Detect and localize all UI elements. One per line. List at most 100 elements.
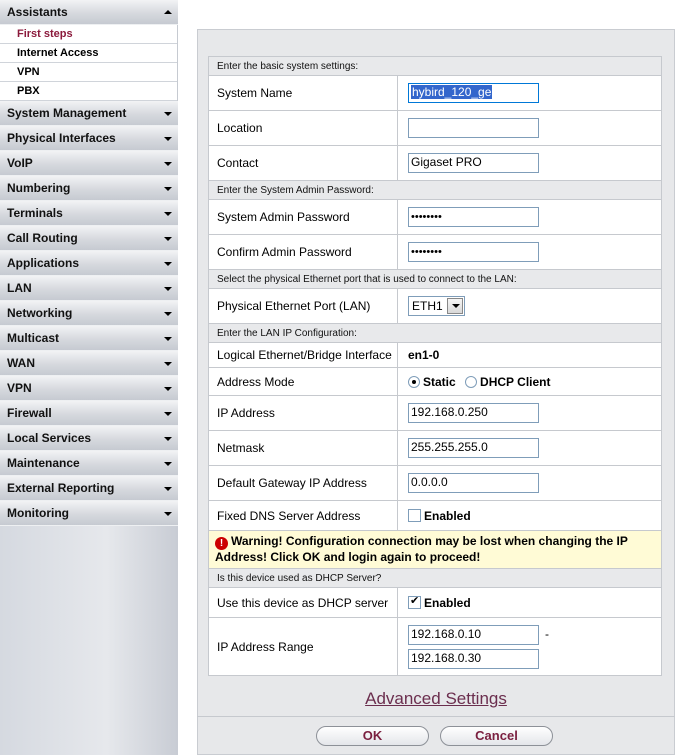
dhcp-server-label: Use this device as DHCP server <box>208 587 398 618</box>
nav-call-routing[interactable]: Call Routing <box>0 226 178 251</box>
nav-label: Monitoring <box>7 506 69 520</box>
range-end-input[interactable]: 192.168.0.30 <box>408 648 539 669</box>
logical-interface-label: Logical Ethernet/Bridge Interface <box>208 342 398 368</box>
static-label: Static <box>423 374 456 389</box>
dns-label: Fixed DNS Server Address <box>208 500 398 531</box>
warning-icon: ! <box>215 537 228 550</box>
nav-label: Physical Interfaces <box>7 131 116 145</box>
nav-label: System Management <box>7 106 127 120</box>
chevron-down-icon <box>164 312 172 316</box>
footer-divider <box>197 716 675 717</box>
section-header-port: Select the physical Ethernet port that i… <box>208 269 662 289</box>
location-input[interactable] <box>408 118 539 138</box>
nav-physical-interfaces[interactable]: Physical Interfaces <box>0 126 178 151</box>
admin-password-label: System Admin Password <box>208 199 398 235</box>
chevron-up-icon <box>164 10 172 14</box>
location-label: Location <box>208 110 398 146</box>
chevron-down-icon <box>164 162 172 166</box>
confirm-password-value: •••••••• <box>411 246 442 258</box>
section-header-dhcp: Is this device used as DHCP Server? <box>208 568 662 588</box>
assistants-submenu: First steps Internet Access VPN PBX <box>0 25 178 101</box>
nav-maintenance[interactable]: Maintenance <box>0 451 178 476</box>
chevron-down-icon <box>164 262 172 266</box>
chevron-down-icon <box>164 487 172 491</box>
admin-password-value: •••••••• <box>411 211 442 223</box>
gateway-label: Default Gateway IP Address <box>208 465 398 501</box>
nav-label: Multicast <box>7 331 60 345</box>
dhcp-server-checkbox[interactable] <box>408 594 421 609</box>
nav-system-management[interactable]: System Management <box>0 101 178 126</box>
range-start-input[interactable]: 192.168.0.10 <box>408 624 539 645</box>
nav-label: Firewall <box>7 406 52 420</box>
nav-voip[interactable]: VoIP <box>0 151 178 176</box>
admin-password-input[interactable]: •••••••• <box>408 207 539 227</box>
chevron-down-icon <box>164 412 172 416</box>
ethernet-port-label: Physical Ethernet Port (LAN) <box>208 288 398 324</box>
nav-applications[interactable]: Applications <box>0 251 178 276</box>
dhcp-client-label: DHCP Client <box>480 374 551 389</box>
address-mode-label: Address Mode <box>208 367 398 396</box>
chevron-down-icon <box>164 112 172 116</box>
nav-wan[interactable]: WAN <box>0 351 178 376</box>
nav-terminals[interactable]: Terminals <box>0 201 178 226</box>
chevron-down-icon <box>164 337 172 341</box>
ok-button[interactable]: OK <box>316 726 429 746</box>
ip-address-input[interactable]: 192.168.0.250 <box>408 403 539 423</box>
warning-message: ! Warning! Configuration connection may b… <box>208 530 662 569</box>
dns-enabled-label: Enabled <box>424 508 471 523</box>
gateway-input[interactable]: 0.0.0.0 <box>408 473 539 493</box>
dns-checkbox[interactable] <box>408 508 421 522</box>
static-radio[interactable] <box>408 375 420 388</box>
nav-numbering[interactable]: Numbering <box>0 176 178 201</box>
chevron-down-icon <box>164 187 172 191</box>
nav-label: Maintenance <box>7 456 80 470</box>
contact-value: Gigaset PRO <box>411 155 482 169</box>
chevron-down-icon <box>164 212 172 216</box>
nav-lan[interactable]: LAN <box>0 276 178 301</box>
nav-label: External Reporting <box>7 481 115 495</box>
nav-label: Applications <box>7 256 80 270</box>
nav-firewall[interactable]: Firewall <box>0 401 178 426</box>
nav-label: Call Routing <box>7 231 78 245</box>
chevron-down-icon <box>164 387 172 391</box>
nav-vpn[interactable]: VPN <box>0 376 178 401</box>
ethernet-port-select[interactable]: ETH1 <box>408 296 465 316</box>
warning-text: Warning! Configuration connection may be… <box>215 534 628 564</box>
address-mode-group: Static DHCP Client <box>397 367 662 396</box>
nav-networking[interactable]: Networking <box>0 301 178 326</box>
first-steps-form: Enter the basic system settings: System … <box>208 56 662 676</box>
system-name-input[interactable]: hybird_120_ge <box>408 83 539 103</box>
chevron-down-icon <box>164 362 172 366</box>
contact-label: Contact <box>208 145 398 181</box>
ethernet-port-value: ETH1 <box>412 299 443 313</box>
subnav-vpn[interactable]: VPN <box>0 63 177 82</box>
chevron-down-icon <box>164 287 172 291</box>
nav-local-services[interactable]: Local Services <box>0 426 178 451</box>
contact-input[interactable]: Gigaset PRO <box>408 153 539 173</box>
sidebar: Assistants First steps Internet Access V… <box>0 0 178 755</box>
subnav-first-steps[interactable]: First steps <box>0 25 177 44</box>
nav-external-reporting[interactable]: External Reporting <box>0 476 178 501</box>
cancel-button[interactable]: Cancel <box>440 726 553 746</box>
gateway-value: 0.0.0.0 <box>411 475 448 489</box>
chevron-down-icon <box>164 462 172 466</box>
nav-monitoring[interactable]: Monitoring <box>0 501 178 526</box>
nav-label: Networking <box>7 306 73 320</box>
nav-label: VoIP <box>7 156 33 170</box>
ip-range-label: IP Address Range <box>208 617 398 676</box>
dhcp-enabled-label: Enabled <box>424 595 471 610</box>
dhcp-client-radio[interactable] <box>465 375 478 388</box>
section-header-basic: Enter the basic system settings: <box>208 56 662 76</box>
chevron-down-icon <box>164 512 172 516</box>
subnav-internet-access[interactable]: Internet Access <box>0 44 177 63</box>
section-header-lan-ip: Enter the LAN IP Configuration: <box>208 323 662 343</box>
netmask-input[interactable]: 255.255.255.0 <box>408 438 539 458</box>
chevron-down-icon <box>164 137 172 141</box>
confirm-password-input[interactable]: •••••••• <box>408 242 539 262</box>
advanced-settings-link[interactable]: Advanced Settings <box>197 689 675 709</box>
range-dash: - <box>545 626 549 641</box>
dropdown-arrow-icon[interactable] <box>447 298 463 314</box>
subnav-pbx[interactable]: PBX <box>0 82 177 101</box>
nav-multicast[interactable]: Multicast <box>0 326 178 351</box>
nav-assistants[interactable]: Assistants <box>0 0 178 25</box>
